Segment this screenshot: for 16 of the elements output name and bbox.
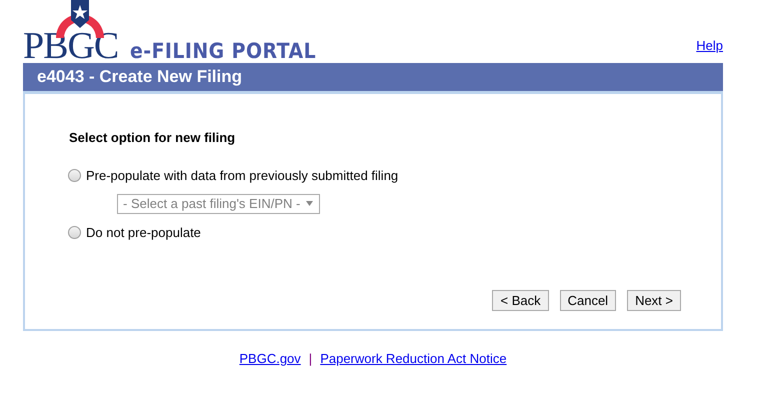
nav-button[interactable]: Next > xyxy=(627,290,681,311)
option-label[interactable]: Pre-populate with data from previously submitted filing xyxy=(86,168,398,182)
footer-link[interactable]: Paperwork Reduction Act Notice xyxy=(320,351,507,366)
section-heading: Select option for new filing xyxy=(69,130,236,145)
footer-link[interactable]: PBGC.gov xyxy=(239,351,301,366)
logo-text: PBGC xyxy=(23,29,118,63)
option-label[interactable]: Do not pre-populate xyxy=(86,224,201,240)
portal-title: e-FILING PORTAL xyxy=(130,39,316,63)
nav-button[interactable]: Cancel xyxy=(560,290,616,311)
nav-button[interactable]: < Back xyxy=(492,290,549,311)
page-title: e4043 - Create New Filing xyxy=(37,67,242,87)
separator: | xyxy=(308,351,312,366)
radio-button[interactable] xyxy=(68,168,81,182)
caret-icon xyxy=(306,201,314,206)
help-link[interactable]: Help xyxy=(696,38,723,53)
radio-button[interactable] xyxy=(68,226,81,238)
